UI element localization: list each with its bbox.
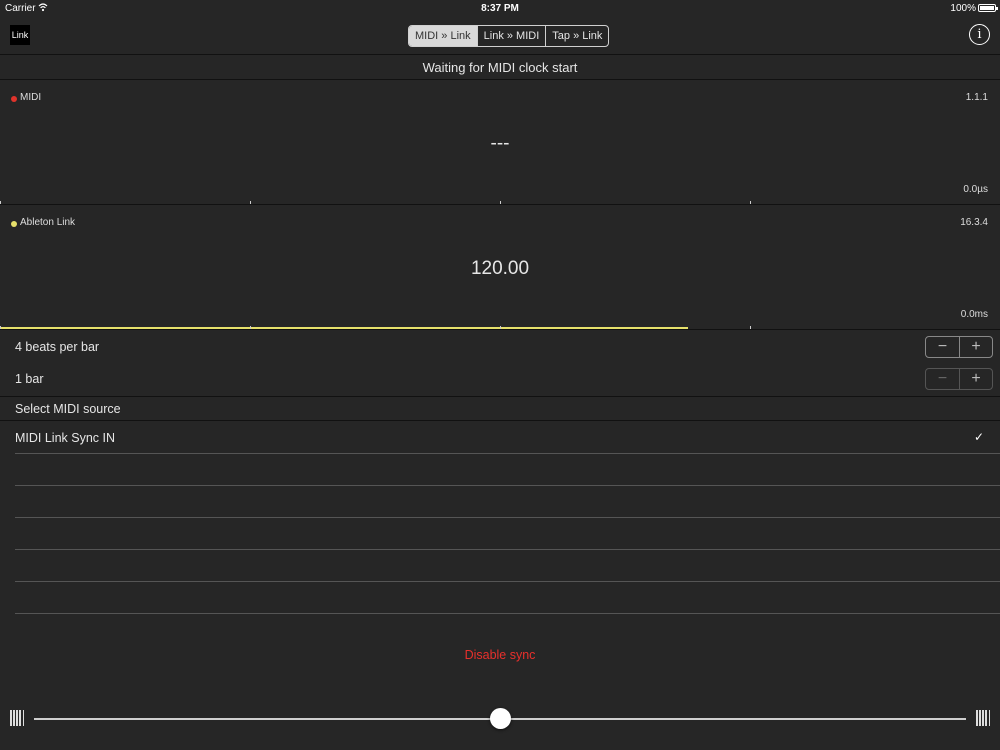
bar-progress (0, 327, 688, 329)
slider-thumb[interactable] (489, 708, 511, 729)
bars-label: 1 bar (15, 372, 44, 386)
beat-tick (750, 201, 751, 204)
link-latency: 0.0ms (960, 309, 988, 320)
list-item[interactable]: MIDI Link Sync IN ✓ (15, 422, 1000, 454)
bars-decrement-button[interactable]: − (926, 369, 959, 389)
mode-link-to-midi[interactable]: Link » MIDI (476, 26, 546, 46)
beats-per-bar-label: 4 beats per bar (15, 340, 100, 354)
beat-tick (250, 201, 251, 204)
beat-tick (0, 201, 1, 204)
list-item[interactable] (15, 518, 1000, 550)
midi-position: 1.1.1 (965, 92, 988, 103)
battery-icon (978, 4, 998, 12)
slow-barcode-icon (10, 710, 24, 726)
bars-increment-button[interactable]: + (958, 369, 992, 389)
battery-percent: 100% (950, 3, 976, 14)
fast-barcode-icon (976, 710, 990, 726)
midi-indicator-dot (11, 96, 17, 102)
clock: 8:37 PM (481, 3, 519, 14)
beat-tick (500, 326, 501, 329)
midi-latency: 0.0µs (963, 184, 988, 195)
mode-tap-to-link[interactable]: Tap » Link (545, 26, 608, 46)
mode-selector: MIDI » Link Link » MIDI Tap » Link (408, 25, 610, 47)
beat-tick (750, 326, 751, 329)
section-title: Select MIDI source (15, 402, 121, 416)
link-indicator-dot (11, 221, 17, 227)
nudge-slider-row (0, 705, 1000, 735)
link-logo: Link (10, 25, 30, 45)
beats-per-bar-stepper: − + (925, 336, 993, 358)
midi-panel: MIDI 1.1.1 --- 0.0µs (0, 81, 1000, 205)
status-message: Waiting for MIDI clock start (0, 56, 1000, 80)
midi-source-section-header: Select MIDI source (0, 396, 1000, 421)
link-label: Ableton Link (20, 217, 76, 228)
list-item[interactable] (15, 486, 1000, 518)
bars-stepper: − + (925, 368, 993, 390)
link-position: 16.3.4 (960, 217, 988, 228)
midi-tempo: --- (490, 133, 510, 154)
list-item[interactable] (15, 582, 1000, 614)
beats-decrement-button[interactable]: − (926, 337, 959, 357)
link-tempo: 120.00 (470, 258, 530, 279)
info-icon[interactable]: i (969, 24, 990, 45)
link-panel: Ableton Link 16.3.4 120.00 0.0ms (0, 206, 1000, 330)
beat-tick (250, 326, 251, 329)
bars-row: 1 bar − + (0, 363, 1000, 395)
disable-sync-button[interactable]: Disable sync (0, 648, 1000, 662)
mode-midi-to-link[interactable]: MIDI » Link (409, 26, 477, 46)
nav-bar: Link MIDI » Link Link » MIDI Tap » Link … (0, 16, 1000, 55)
beats-per-bar-row: 4 beats per bar − + (0, 331, 1000, 363)
midi-label: MIDI (20, 92, 42, 103)
list-item[interactable] (15, 550, 1000, 582)
list-item[interactable] (15, 454, 1000, 486)
checkmark-icon: ✓ (974, 430, 985, 444)
beat-tick (0, 326, 1, 329)
beats-increment-button[interactable]: + (958, 337, 992, 357)
beat-tick (500, 201, 501, 204)
status-bar: Carrier 8:37 PM 100% (0, 0, 1000, 16)
midi-source-name: MIDI Link Sync IN (15, 431, 116, 445)
